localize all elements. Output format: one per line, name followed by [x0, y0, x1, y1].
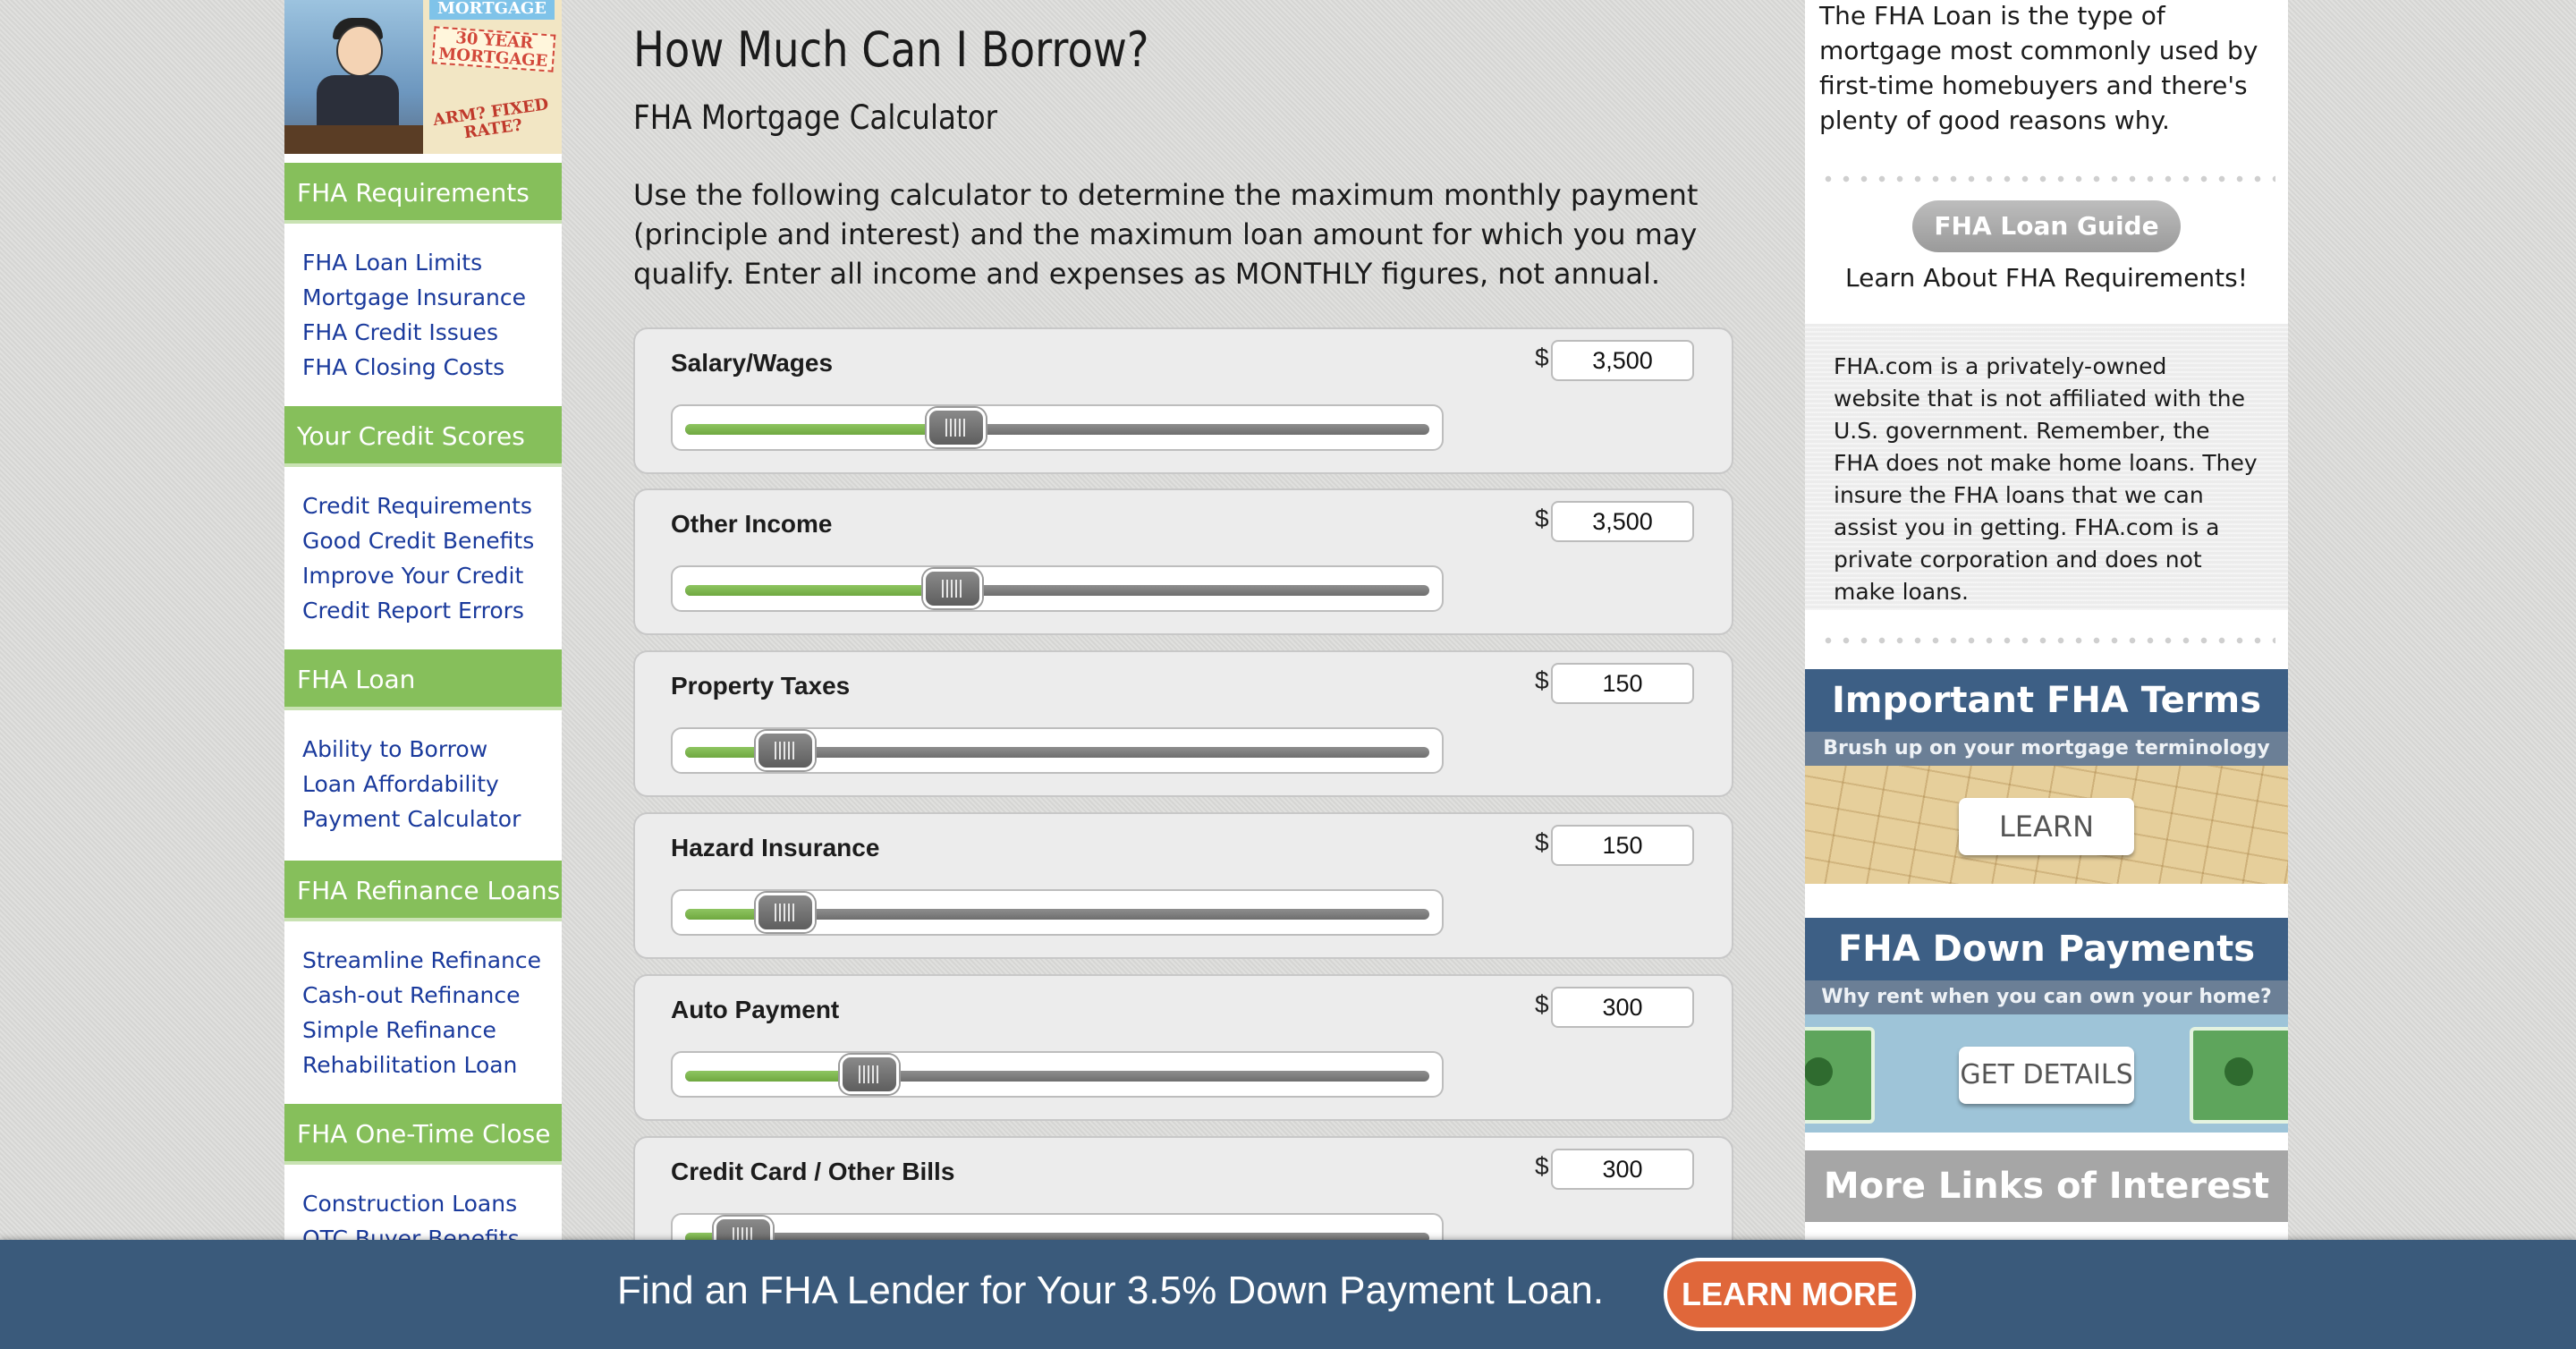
promo-title: FHA Down Payments — [1805, 918, 2288, 980]
sidebar-link[interactable]: Simple Refinance — [302, 1013, 562, 1048]
row-label: Credit Card / Other Bills — [671, 1158, 955, 1185]
row-label: Salary/Wages — [671, 349, 834, 377]
sidebar-list-loan-calculators: Ability to Borrow Loan Affordability Pay… — [302, 732, 562, 836]
cartoon-scene — [284, 0, 423, 154]
slider-handle[interactable] — [922, 569, 982, 608]
sidebar-link[interactable]: Good Credit Benefits — [302, 523, 562, 558]
dollar-sign: $ — [1535, 666, 1549, 694]
fha-guide-subtext: Learn About FHA Requirements! — [1845, 263, 2248, 293]
right-sidebar: The FHA Loan is the type of mortgage mos… — [1805, 0, 2288, 1252]
slider-handle[interactable] — [756, 893, 816, 932]
amount-input[interactable]: 3,500 — [1551, 340, 1694, 381]
promo-tag-30-year: 30 YEAR MORTGAGE — [431, 26, 556, 72]
sidebar-list-credit-scores: Credit Requirements Good Credit Benefits… — [302, 488, 562, 628]
sidebar-link[interactable]: FHA Credit Issues — [302, 315, 562, 350]
sidebar-header-loan-calculators[interactable]: FHA Loan Calculators — [284, 649, 562, 755]
intro-text: Use the following calculator to determin… — [633, 178, 1699, 291]
slider-track[interactable] — [671, 889, 1444, 936]
left-sidebar: MORTGAGE 30 YEAR MORTGAGE ARM? FIXED RAT… — [284, 0, 562, 1252]
sidebar-list-refinance-loans: Streamline Refinance Cash-out Refinance … — [302, 943, 562, 1082]
disclaimer-box: FHA.com is a privately-owned website tha… — [1805, 324, 2288, 610]
dollar-bill-icon — [1805, 1027, 1875, 1124]
slider-track[interactable] — [671, 404, 1444, 451]
cartoon-face — [336, 25, 383, 77]
learn-button[interactable]: LEARN — [1959, 798, 2134, 855]
slider-handle[interactable] — [840, 1055, 900, 1094]
dollar-sign: $ — [1535, 505, 1549, 532]
amount-input[interactable]: 300 — [1551, 1149, 1694, 1190]
learn-more-button[interactable]: LEARN MORE — [1664, 1258, 1916, 1331]
mortgage-promo-image[interactable]: MORTGAGE 30 YEAR MORTGAGE ARM? FIXED RAT… — [284, 0, 562, 154]
lender-banner: Find an FHA Lender for Your 3.5% Down Pa… — [0, 1240, 2576, 1349]
fha-loan-guide-button[interactable]: FHA Loan Guide — [1912, 200, 2181, 252]
promo-tag-arm: ARM? FIXED RATE? — [431, 95, 550, 143]
sidebar-link[interactable]: Mortgage Insurance — [302, 280, 562, 315]
sidebar-header-credit-scores[interactable]: Your Credit Scores — [284, 406, 562, 467]
sidebar-header-fha-requirements[interactable]: FHA Requirements — [284, 163, 562, 224]
calc-row-other-income: Other Income $ 3,500 — [633, 488, 1733, 635]
dollar-sign: $ — [1535, 828, 1549, 856]
amount-input[interactable]: 300 — [1551, 987, 1694, 1028]
more-links-header: More Links of Interest — [1805, 1150, 2288, 1222]
sidebar-link[interactable]: Ability to Borrow — [302, 732, 562, 767]
cartoon-suit — [317, 75, 399, 129]
slider-handle[interactable] — [926, 408, 986, 447]
promo-title: Important FHA Terms — [1805, 669, 2288, 732]
dollar-bill-icon — [2190, 1027, 2288, 1124]
slider-track[interactable] — [671, 727, 1444, 774]
slider-handle[interactable] — [756, 731, 816, 770]
calc-row-property-taxes: Property Taxes $ 150 — [633, 650, 1733, 797]
sidebar-link[interactable]: Rehabilitation Loan — [302, 1048, 562, 1082]
dollar-sign: $ — [1535, 344, 1549, 371]
row-label: Property Taxes — [671, 672, 851, 700]
dollar-sign: $ — [1535, 990, 1549, 1018]
amount-input[interactable]: 150 — [1551, 825, 1694, 866]
page-title: How Much Can I Borrow? — [633, 21, 1149, 78]
sidebar-list-fha-requirements: FHA Loan Limits Mortgage Insurance FHA C… — [302, 245, 562, 385]
sidebar-link[interactable]: Construction Loans — [302, 1186, 562, 1221]
fha-terms-promo[interactable]: Important FHA Terms Brush up on your mor… — [1805, 669, 2288, 884]
get-details-button[interactable]: GET DETAILS — [1959, 1047, 2134, 1104]
dotted-divider — [1819, 175, 2275, 182]
sidebar-header-refinance-loans[interactable]: FHA Refinance Loans — [284, 861, 562, 921]
sidebar-header-one-time-close[interactable]: FHA One-Time Close — [284, 1104, 562, 1165]
sidebar-link[interactable]: Credit Report Errors — [302, 593, 562, 628]
sidebar-link[interactable]: Loan Affordability — [302, 767, 562, 802]
sidebar-link[interactable]: FHA Closing Costs — [302, 350, 562, 385]
dotted-divider — [1819, 637, 2275, 644]
sidebar-link[interactable]: FHA Loan Limits — [302, 245, 562, 280]
sidebar-link[interactable]: Streamline Refinance — [302, 943, 562, 978]
promo-subtitle: Brush up on your mortgage terminology — [1805, 732, 2288, 766]
slider-fill — [685, 585, 953, 596]
fha-down-payments-promo[interactable]: FHA Down Payments Why rent when you can … — [1805, 918, 2288, 1133]
page-subtitle: FHA Mortgage Calculator — [633, 98, 998, 137]
slider-fill — [685, 424, 956, 435]
promo-tag-mortgage: MORTGAGE — [429, 0, 555, 20]
sidebar-link[interactable]: Improve Your Credit — [302, 558, 562, 593]
sidebar-link[interactable]: Cash-out Refinance — [302, 978, 562, 1013]
money-art: GET DETAILS — [1805, 1014, 2288, 1133]
sidebar-link[interactable]: Credit Requirements — [302, 488, 562, 523]
cartoon-desk — [284, 125, 423, 154]
row-label: Other Income — [671, 510, 833, 538]
banner-text: Find an FHA Lender for Your 3.5% Down Pa… — [617, 1268, 1605, 1312]
calc-row-hazard-insurance: Hazard Insurance $ 150 — [633, 812, 1733, 959]
slider-track[interactable] — [671, 1051, 1444, 1098]
row-label: Hazard Insurance — [671, 834, 880, 861]
amount-input[interactable]: 3,500 — [1551, 501, 1694, 542]
promo-subtitle: Why rent when you can own your home? — [1805, 980, 2288, 1014]
sidebar-link[interactable]: Payment Calculator — [302, 802, 562, 836]
calc-row-auto-payment: Auto Payment $ 300 — [633, 974, 1733, 1121]
dollar-sign: $ — [1535, 1152, 1549, 1180]
row-label: Auto Payment — [671, 996, 840, 1023]
blueprint-art: LEARN — [1805, 766, 2288, 884]
fha-intro-text: The FHA Loan is the type of mortgage mos… — [1819, 1, 2258, 135]
amount-input[interactable]: 150 — [1551, 663, 1694, 704]
calc-row-salary: Salary/Wages $ 3,500 — [633, 327, 1733, 474]
slider-track[interactable] — [671, 565, 1444, 612]
